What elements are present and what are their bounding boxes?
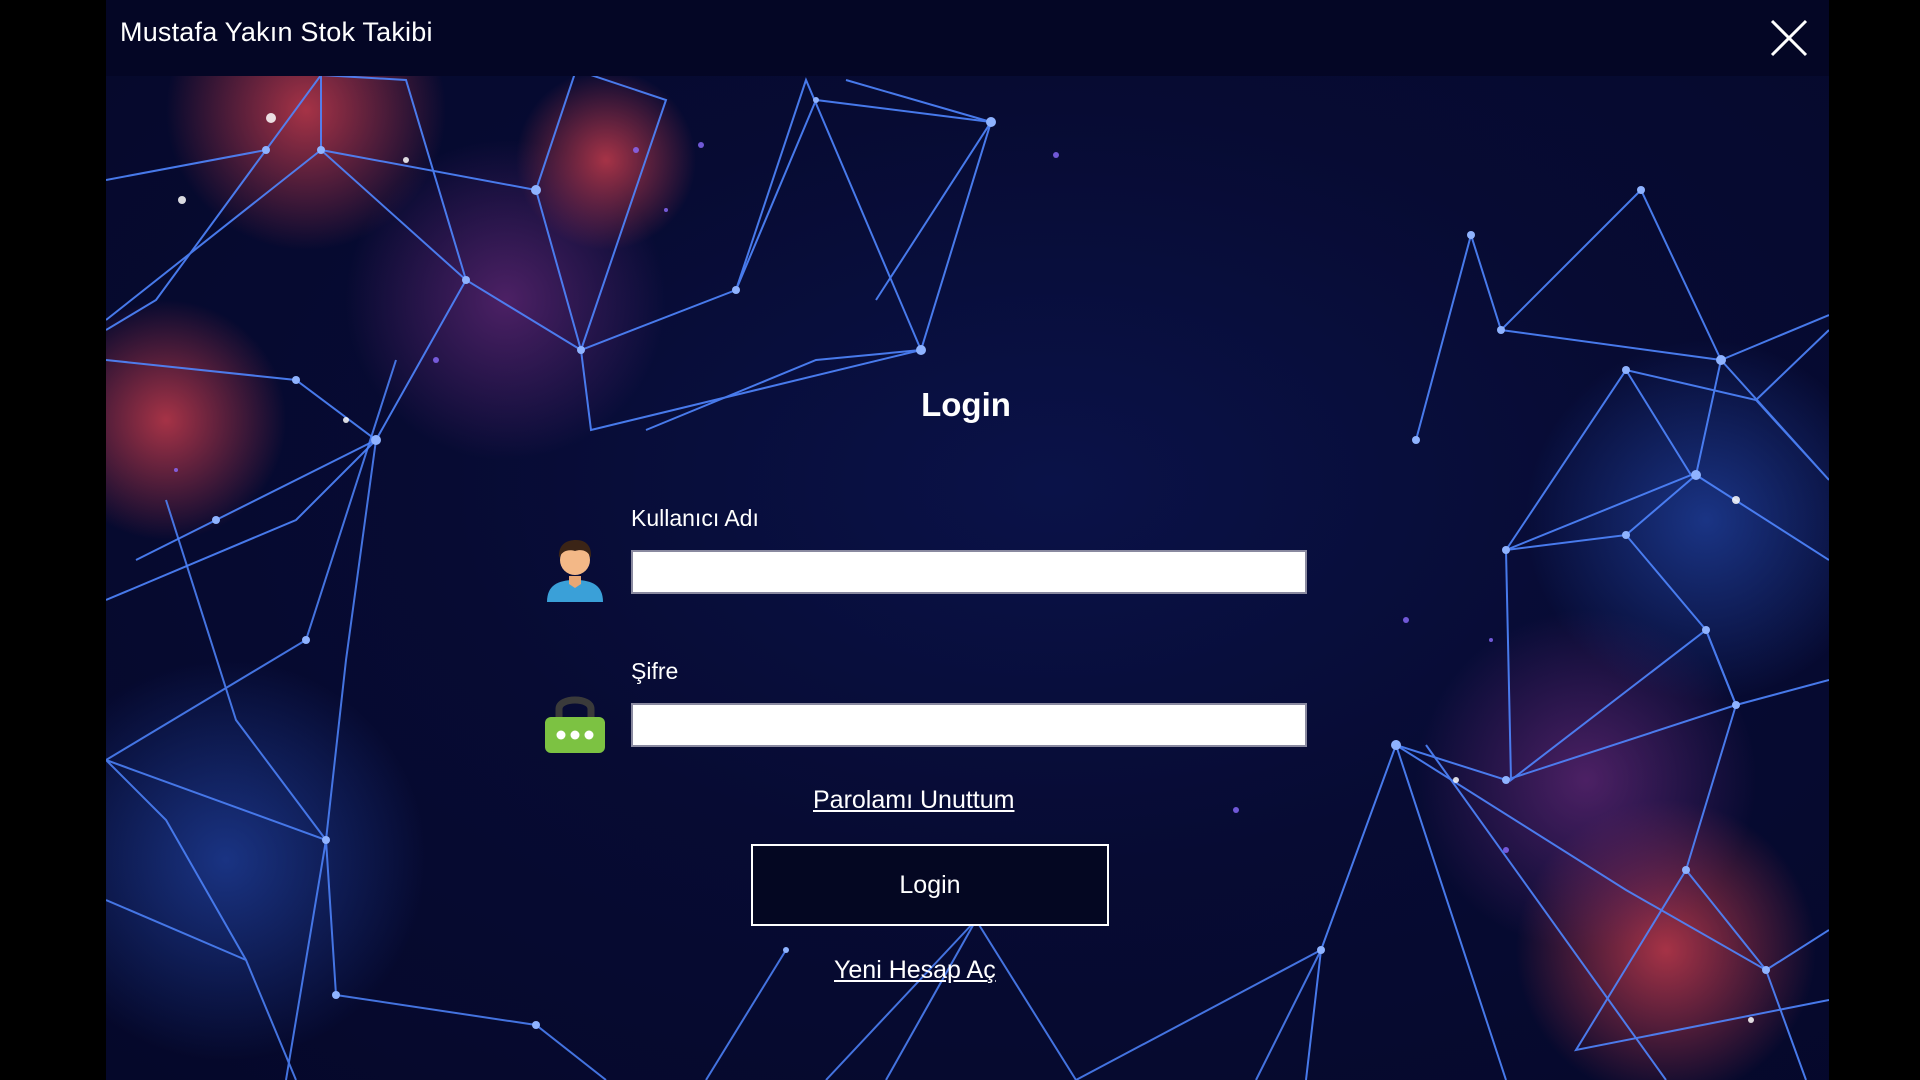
login-button[interactable]: Login (751, 844, 1109, 926)
create-account-link[interactable]: Yeni Hesap Aç (834, 956, 996, 985)
user-icon (547, 540, 603, 602)
username-input[interactable] (631, 550, 1307, 594)
login-heading: Login (921, 386, 1011, 423)
login-window: Mustafa Yakın Stok Takibi Login Kullanıc… (106, 0, 1829, 1080)
login-form: Login Kullanıcı Adı Şifre Parolamı Unutt… (106, 0, 1829, 1080)
window-title: Mustafa Yakın Stok Takibi (120, 17, 433, 47)
password-label: Şifre (631, 658, 679, 684)
password-input[interactable] (631, 703, 1307, 747)
username-label: Kullanıcı Adı (631, 505, 759, 531)
forgot-password-link[interactable]: Parolamı Unuttum (813, 786, 1014, 815)
lock-icon (545, 696, 605, 753)
title-bar: Mustafa Yakın Stok Takibi (106, 0, 1829, 76)
close-icon[interactable] (1767, 16, 1811, 60)
